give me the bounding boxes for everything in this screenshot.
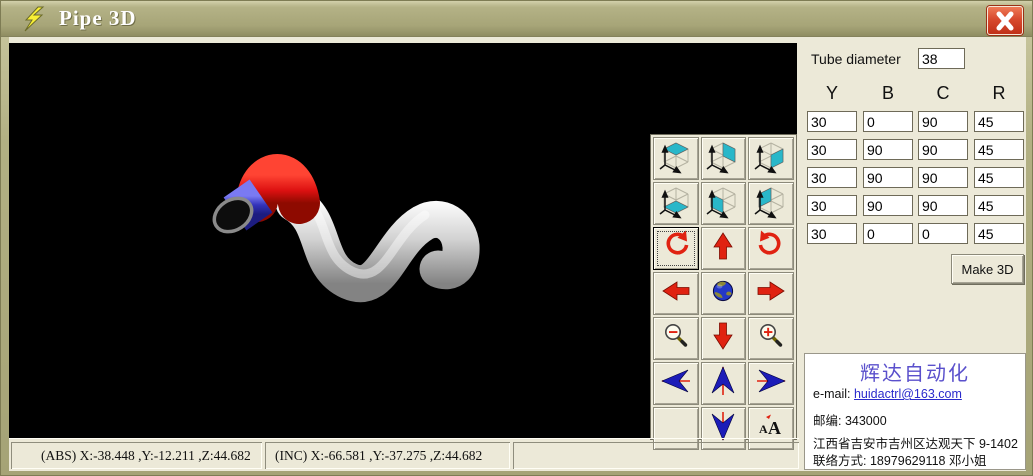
- zoom-in-button[interactable]: [748, 317, 794, 360]
- zoom-out-button[interactable]: [653, 317, 699, 360]
- view-left-button[interactable]: [748, 182, 794, 225]
- tube-diameter-input[interactable]: [918, 48, 965, 69]
- postal-code: 邮编: 343000: [813, 410, 887, 429]
- magnifier-plus-icon: [753, 318, 789, 359]
- view-bottom-button[interactable]: [653, 182, 699, 225]
- inc-coordinates: (INC) X:-66.581 ,Y:-37.275 ,Z:44.682: [265, 442, 510, 469]
- b-input-row2[interactable]: [863, 139, 913, 160]
- rotate-cw-button[interactable]: [748, 227, 794, 270]
- spin-up-button[interactable]: [701, 362, 747, 405]
- column-header-b: B: [863, 83, 913, 104]
- cube-bottom-icon: [658, 183, 694, 224]
- c-input-row5[interactable]: [918, 223, 968, 244]
- lightning-icon: [23, 6, 45, 32]
- b-input-row1[interactable]: [863, 111, 913, 132]
- spin-right-button[interactable]: [748, 362, 794, 405]
- y-input-row5[interactable]: [807, 223, 857, 244]
- y-input-row4[interactable]: [807, 195, 857, 216]
- close-button[interactable]: [987, 6, 1023, 35]
- chevron-up-blue-icon: [705, 363, 741, 404]
- y-input-row3[interactable]: [807, 167, 857, 188]
- rotate-ccw-icon: [658, 228, 694, 269]
- email-line: e-mail: huidactrl@163.com: [813, 387, 962, 401]
- rotate-ccw-button[interactable]: [653, 227, 699, 270]
- title-bar[interactable]: Pipe 3D: [1, 1, 1032, 37]
- globe-icon: [705, 273, 741, 314]
- r-input-row4[interactable]: [974, 195, 1024, 216]
- column-header-y: Y: [807, 83, 857, 104]
- y-input-row2[interactable]: [807, 139, 857, 160]
- contact-info: 联络方式: 18979629118 邓小姐: [813, 450, 986, 469]
- cube-back-icon: [705, 138, 741, 179]
- column-header-c: C: [918, 83, 968, 104]
- r-input-row1[interactable]: [974, 111, 1024, 132]
- company-name: 辉达自动化: [805, 357, 1025, 386]
- r-input-row5[interactable]: [974, 223, 1024, 244]
- make-3d-button[interactable]: Make 3D: [951, 254, 1024, 284]
- cube-front-icon: [705, 183, 741, 224]
- pan-left-button[interactable]: [653, 272, 699, 315]
- c-input-row4[interactable]: [918, 195, 968, 216]
- company-info-panel: 辉达自动化 e-mail: huidactrl@163.com 邮编: 3430…: [804, 353, 1026, 470]
- status-spacer: [513, 442, 799, 469]
- view-front-button[interactable]: [701, 182, 747, 225]
- window-title: Pipe 3D: [59, 6, 137, 31]
- cube-top-icon: [658, 138, 694, 179]
- c-input-row1[interactable]: [918, 111, 968, 132]
- b-input-row5[interactable]: [863, 223, 913, 244]
- cube-left-icon: [753, 183, 789, 224]
- email-link[interactable]: huidactrl@163.com: [854, 387, 962, 401]
- r-input-row3[interactable]: [974, 167, 1024, 188]
- arrow-left-icon: [658, 273, 694, 314]
- b-input-row4[interactable]: [863, 195, 913, 216]
- tube-diameter-label: Tube diameter: [811, 51, 901, 67]
- spin-left-button[interactable]: [653, 362, 699, 405]
- email-label: e-mail:: [813, 387, 854, 401]
- view-back-button[interactable]: [701, 137, 747, 180]
- reset-view-button[interactable]: [701, 272, 747, 315]
- pan-right-button[interactable]: [748, 272, 794, 315]
- arrow-up-icon: [705, 228, 741, 269]
- rotate-cw-icon: [753, 228, 789, 269]
- app-window: Pipe 3D: [0, 0, 1033, 476]
- svg-text:A: A: [759, 422, 768, 436]
- cube-right-icon: [753, 138, 789, 179]
- svg-text:A: A: [768, 418, 781, 438]
- view-right-button[interactable]: [748, 137, 794, 180]
- magnifier-minus-icon: [658, 318, 694, 359]
- chevron-right-blue-icon: [753, 363, 789, 404]
- close-icon: [994, 11, 1016, 31]
- arrow-down-icon: [705, 318, 741, 359]
- chevron-left-blue-icon: [658, 363, 694, 404]
- arrow-right-icon: [753, 273, 789, 314]
- view-toolbar: AA: [650, 134, 797, 440]
- column-header-r: R: [974, 83, 1024, 104]
- view-top-button[interactable]: [653, 137, 699, 180]
- client-area: AA Tube diameter YBCR Make 3D 辉达自动化 e-ma…: [9, 37, 1026, 471]
- abs-coordinates: (ABS) X:-38.448 ,Y:-12.211 ,Z:44.682: [11, 442, 262, 469]
- c-input-row2[interactable]: [918, 139, 968, 160]
- r-input-row2[interactable]: [974, 139, 1024, 160]
- c-input-row3[interactable]: [918, 167, 968, 188]
- b-input-row3[interactable]: [863, 167, 913, 188]
- status-bar: (ABS) X:-38.448 ,Y:-12.211 ,Z:44.682 (IN…: [9, 438, 799, 471]
- pan-down-button[interactable]: [701, 317, 747, 360]
- pan-up-button[interactable]: [701, 227, 747, 270]
- y-input-row1[interactable]: [807, 111, 857, 132]
